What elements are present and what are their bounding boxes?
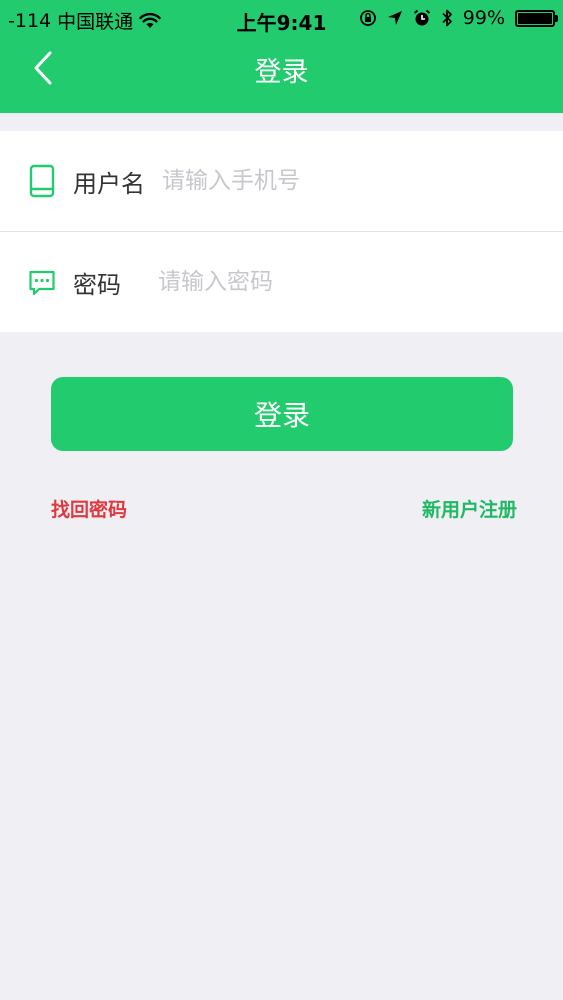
battery-icon [515,9,558,27]
status-bar: -114 中国联通 上午9:41 99% [0,0,563,38]
register-link[interactable]: 新用户注册 [422,495,517,522]
app-header: -114 中国联通 上午9:41 99% 登录 [0,0,563,113]
bluetooth-icon [442,9,452,27]
login-form: 用户名 密码 [0,131,563,332]
password-row: 密码 [0,232,563,332]
password-label: 密码 [73,271,121,299]
location-icon [387,11,402,25]
username-input[interactable] [162,161,532,201]
orientation-lock-icon [359,10,376,26]
alarm-icon [413,9,430,26]
forgot-password-link[interactable]: 找回密码 [51,495,127,522]
message-icon [29,270,55,296]
battery-percent: 99% [462,7,505,29]
status-bar-right: 99% [359,7,558,29]
username-row: 用户名 [0,131,563,232]
page-title: 登录 [254,57,309,88]
phone-icon [29,164,55,198]
nav-bar: 登录 [0,38,563,98]
login-button[interactable]: 登录 [51,377,513,451]
username-label: 用户名 [73,170,145,198]
battery-fill [518,12,552,24]
password-input[interactable] [158,262,528,302]
